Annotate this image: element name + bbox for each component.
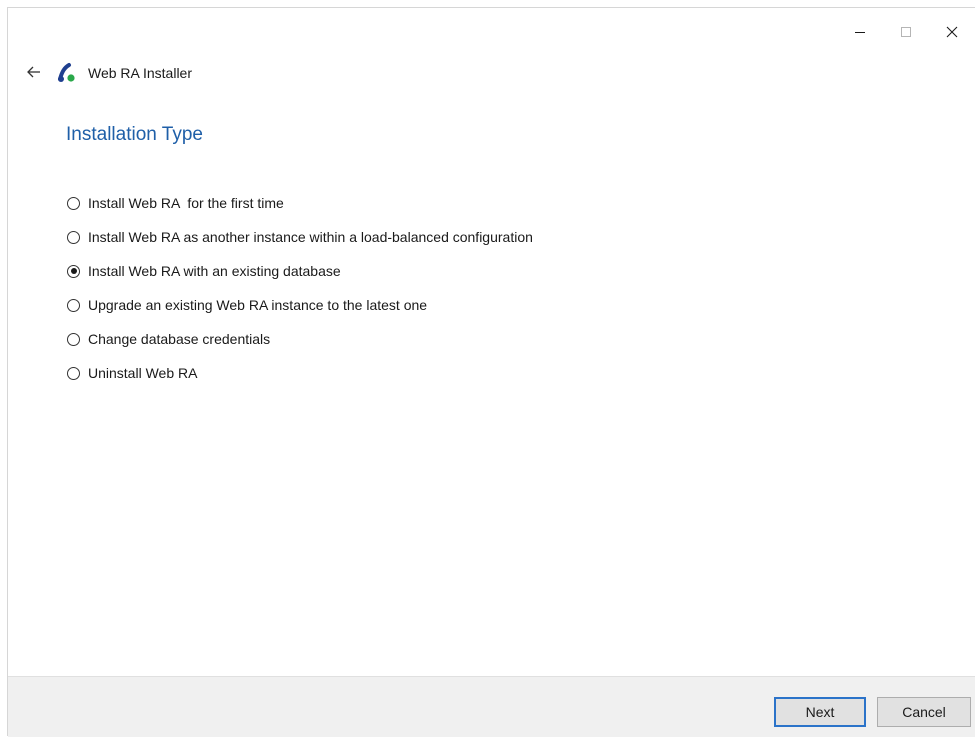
cancel-button[interactable]: Cancel <box>877 697 971 727</box>
radio-button[interactable] <box>67 196 80 210</box>
radio-button[interactable] <box>67 366 80 380</box>
app-logo-icon <box>58 63 75 82</box>
maximize-button[interactable] <box>883 8 929 56</box>
option-label: Install Web RA for the first time <box>88 195 284 211</box>
installer-window: Web RA Installer Installation Type Insta… <box>7 7 975 737</box>
option-label: Upgrade an existing Web RA instance to t… <box>88 297 428 313</box>
option-uninstall[interactable]: Uninstall Web RA <box>67 356 533 390</box>
radio-button[interactable] <box>67 230 80 244</box>
minimize-icon <box>855 32 865 33</box>
maximize-icon <box>901 27 911 37</box>
option-change-credentials[interactable]: Change database credentials <box>67 322 533 356</box>
footer-bar: Next Cancel <box>8 676 975 737</box>
radio-button[interactable] <box>67 298 80 312</box>
option-upgrade-instance[interactable]: Upgrade an existing Web RA instance to t… <box>67 288 533 322</box>
option-label: Change database credentials <box>88 331 271 347</box>
close-icon <box>946 26 958 38</box>
option-label: Install Web RA with an existing database <box>88 263 341 279</box>
installation-type-options: Install Web RA for the first time Instal… <box>67 186 533 390</box>
app-title: Web RA Installer <box>88 65 193 81</box>
option-load-balanced-instance[interactable]: Install Web RA as another instance withi… <box>67 220 533 254</box>
radio-button[interactable] <box>67 332 80 346</box>
option-existing-database[interactable]: Install Web RA with an existing database <box>67 254 533 288</box>
close-button[interactable] <box>929 8 975 56</box>
option-label: Uninstall Web RA <box>88 365 198 381</box>
back-arrow-icon[interactable] <box>26 64 42 80</box>
page-title: Installation Type <box>66 124 203 145</box>
window-caption-buttons <box>837 8 975 56</box>
next-button[interactable]: Next <box>774 697 866 727</box>
option-label: Install Web RA as another instance withi… <box>88 229 533 245</box>
minimize-button[interactable] <box>837 8 883 56</box>
radio-button-selected[interactable] <box>67 264 80 278</box>
option-first-install[interactable]: Install Web RA for the first time <box>67 186 533 220</box>
